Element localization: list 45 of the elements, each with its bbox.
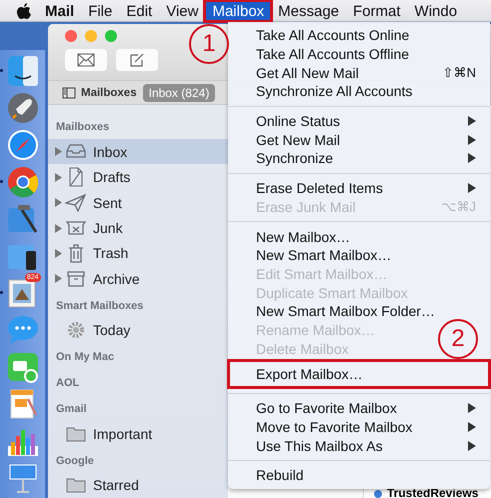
menu-item[interactable]: New Mailbox… <box>256 228 350 245</box>
menu-item[interactable]: Get New Mail <box>256 132 340 148</box>
shortcut-text: ⇧⌘N <box>442 65 476 80</box>
section-heading: Google <box>55 454 95 468</box>
menu-bar-item[interactable]: Windo <box>408 0 464 20</box>
menu-item[interactable]: Get All New Mail <box>256 64 359 81</box>
section-heading: Mailboxes <box>55 120 110 135</box>
section-heading: Smart Mailboxes <box>55 298 144 314</box>
sidebar-row[interactable]: Junk <box>48 215 228 241</box>
sidebar-row[interactable]: Sent <box>48 190 228 216</box>
section-heading: Gmail <box>55 402 88 418</box>
section-heading: On My Mac <box>55 350 116 366</box>
menu-item[interactable]: Synchronize <box>256 150 334 166</box>
menu-bar-item[interactable]: Format <box>346 0 408 20</box>
mailboxes-button[interactable]: Mailboxes <box>62 86 137 98</box>
step-number: 2 <box>438 319 478 359</box>
sidebar-row[interactable]: Trash <box>48 240 228 266</box>
step-number: 1 <box>189 24 229 64</box>
menu-item[interactable]: Synchronize All Accounts <box>256 83 412 100</box>
menu-item[interactable]: New Smart Mailbox Folder… <box>256 303 435 320</box>
sender-name[interactable]: TrustedReviews <box>387 489 478 498</box>
menu-item[interactable]: Rebuild <box>256 467 304 484</box>
sidebar-row[interactable]: Important <box>48 421 228 446</box>
menu-bar-item[interactable]: Mailbox <box>205 0 272 20</box>
menu-bar-item[interactable]: Mail <box>38 0 82 20</box>
menu-item[interactable]: Move to Favorite Mailbox <box>256 419 412 436</box>
menu-bar-item[interactable]: File <box>81 0 120 20</box>
menu-item[interactable]: Take All Accounts Offline <box>256 46 410 62</box>
section-heading: AOL <box>55 376 80 392</box>
menu-item[interactable]: New Smart Mailbox… <box>256 247 392 264</box>
menu-item[interactable]: Take All Accounts Online <box>256 27 410 44</box>
menu-item[interactable]: Online Status <box>256 113 340 130</box>
menu-item[interactable]: Go to Favorite Mailbox <box>256 400 397 416</box>
menu-item[interactable]: Use This Mailbox As <box>256 438 383 454</box>
menu-bar-item[interactable]: Edit <box>119 0 160 20</box>
menu-bar-item[interactable]: View <box>159 0 206 20</box>
menu-item[interactable]: Export Mailbox… <box>256 366 363 382</box>
menu-item[interactable]: Erase Deleted Items <box>256 180 383 196</box>
sidebar-row[interactable]: Inbox <box>48 139 228 164</box>
sidebar-row[interactable]: Starred <box>48 472 228 498</box>
menu-bar-item[interactable]: Message <box>271 0 346 20</box>
sidebar-row[interactable]: Drafts <box>48 164 228 190</box>
sidebar-row[interactable]: Today <box>48 318 228 344</box>
sidebar-row[interactable]: Archive <box>48 266 228 292</box>
shortcut-text: ⌥⌘J <box>442 199 476 214</box>
